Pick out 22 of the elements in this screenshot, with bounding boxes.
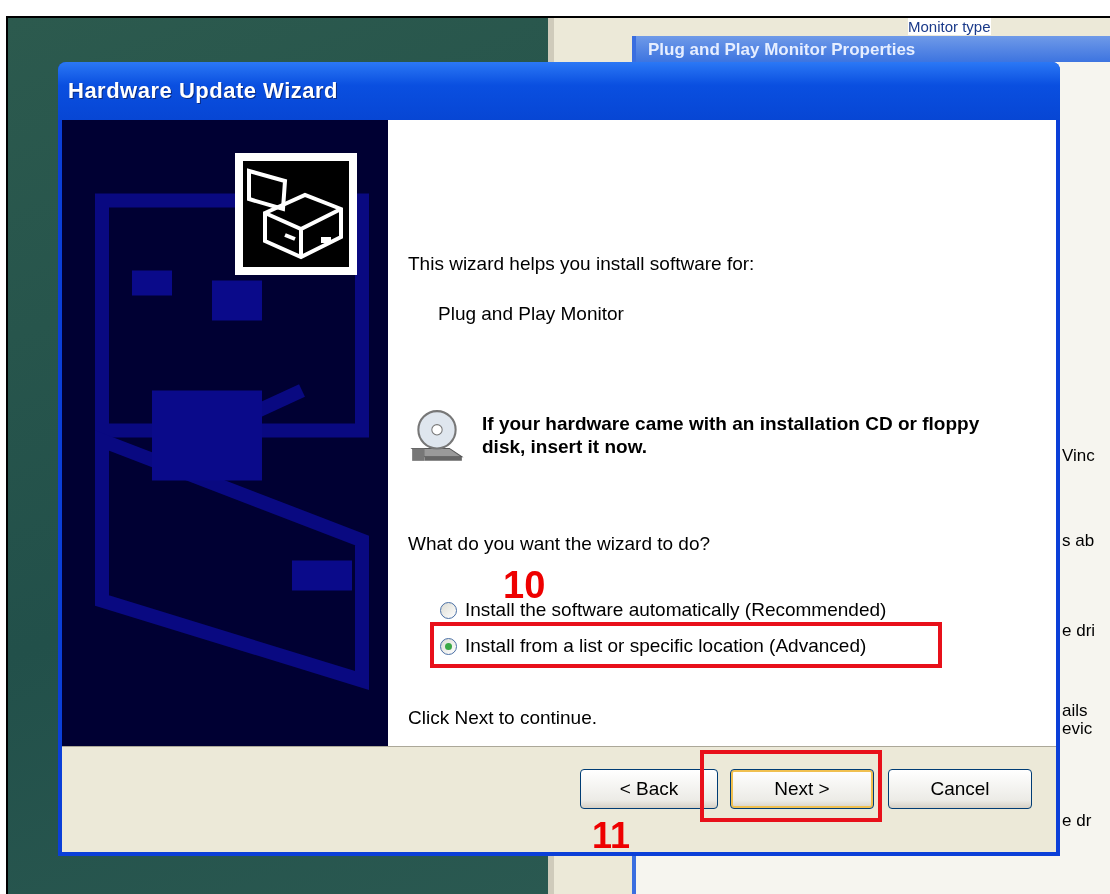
intro-text: This wizard helps you install software for: <box>408 253 755 275</box>
hint-text: Click Next to continue. <box>408 707 598 729</box>
cancel-button[interactable]: Cancel <box>888 768 1032 809</box>
group-label: Monitor type <box>908 18 991 35</box>
window-title: Hardware Update Wizard <box>68 78 338 104</box>
text-fragment: evic <box>1062 719 1093 739</box>
radio-button[interactable] <box>440 637 457 655</box>
next-button[interactable]: Next > <box>730 768 874 809</box>
back-button[interactable]: < Back <box>580 768 718 809</box>
text-fragment: s ab <box>1062 531 1095 551</box>
radio-button[interactable] <box>440 601 457 619</box>
text-fragment: e dri <box>1062 621 1096 641</box>
step-number: 11 <box>592 818 631 854</box>
device-name: Plug and Play Monitor <box>438 303 624 325</box>
hardware-card-icon <box>235 153 357 275</box>
window-title: Plug and Play Monitor Properties <box>648 40 916 58</box>
text-fragment: ails <box>1062 701 1088 721</box>
question-text: What do you want the wizard to do? <box>408 533 711 555</box>
radio-option[interactable]: Install from a list or specific location (Advanced) <box>440 635 887 657</box>
cd-prompt-text: If your hardware came with an installation CD or floppy disk, insert it now. <box>482 413 981 459</box>
text-fragment: e dr <box>1062 811 1092 831</box>
text-fragment: Vinc <box>1062 446 1095 466</box>
